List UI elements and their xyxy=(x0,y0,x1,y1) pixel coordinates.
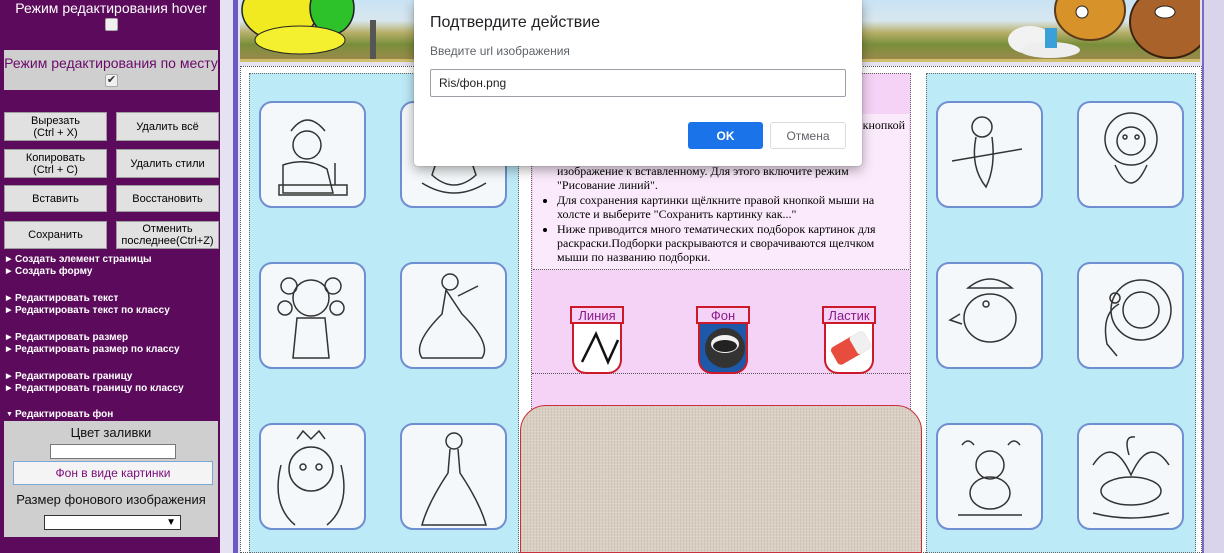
instructions-list: изображение к вставленному. Для этого вк… xyxy=(541,164,901,265)
princess-dancer-image xyxy=(418,273,486,359)
ok-button[interactable]: OK xyxy=(688,122,763,149)
menu-create-form[interactable]: ▶ Создать форму xyxy=(6,266,92,277)
fill-button-icon xyxy=(698,324,748,374)
dialog-title: Подтвердите действие xyxy=(430,14,601,31)
bird-hat-image xyxy=(948,278,1017,343)
coloring-thumb-princess-3[interactable] xyxy=(400,423,507,530)
scrollbar-track[interactable] xyxy=(1202,0,1224,553)
menu-label: Создать форму xyxy=(15,266,93,277)
parrot-image xyxy=(951,116,1023,189)
triangle-right-icon: ▶ xyxy=(6,295,12,302)
coloring-thumb-girl-curls[interactable] xyxy=(259,262,366,369)
hover-mode-label: Режим редактирования hover xyxy=(15,0,207,16)
coloring-thumb-sofia[interactable] xyxy=(259,423,366,530)
coloring-thumb-chick[interactable] xyxy=(936,423,1043,530)
hover-mode-box: Режим редактирования hover xyxy=(4,0,218,36)
triangle-down-icon: ▼ xyxy=(6,411,13,418)
url-prompt-dialog: Подтвердите действие Введите url изображ… xyxy=(414,0,862,166)
coloring-thumb-parrot[interactable] xyxy=(936,101,1043,208)
url-input[interactable]: Ris/фон.png xyxy=(430,69,846,97)
eraser-icon xyxy=(824,324,874,374)
fill-color-label: Цвет заливки xyxy=(70,425,152,440)
hover-mode-checkbox[interactable] xyxy=(105,18,118,31)
sofia-image xyxy=(277,429,345,526)
coloring-thumb-chef[interactable] xyxy=(259,101,366,208)
lion-image xyxy=(1104,112,1158,184)
swan-image xyxy=(1092,436,1170,519)
menu-edit-size[interactable]: ▶ Редактировать размер xyxy=(6,332,128,343)
cancel-button[interactable]: Отмена xyxy=(770,122,846,149)
menu-label: Создать элемент страницы xyxy=(15,254,152,265)
triangle-right-icon: ▶ xyxy=(6,307,12,314)
tool-background-label: Фон xyxy=(696,306,750,324)
inplace-mode-box: Режим редактирования по месту ✔ xyxy=(4,50,218,90)
chef-image xyxy=(278,119,348,196)
zigzag-line-icon xyxy=(572,324,622,374)
drawing-tools: Линия Фон Ластик xyxy=(532,294,910,374)
bg-image-button[interactable]: Фон в виде картинки xyxy=(13,461,213,485)
tool-line-label: Линия xyxy=(570,306,624,324)
coloring-thumb-lion[interactable] xyxy=(1077,101,1184,208)
layout-rail xyxy=(233,0,238,553)
tool-eraser-label: Ластик xyxy=(822,306,876,324)
menu-label: Редактировать размер по классу xyxy=(15,344,180,355)
bg-size-label: Размер фонового изображения xyxy=(16,492,206,507)
triangle-right-icon: ▶ xyxy=(6,385,12,392)
curly-girl-image xyxy=(277,277,345,359)
peacock-image xyxy=(1104,279,1172,357)
tool-eraser[interactable]: Ластик xyxy=(822,306,876,374)
copy-button[interactable]: Копировать (Ctrl + C) xyxy=(4,149,107,178)
instruction-item: Ниже приводится много тематических подбо… xyxy=(557,222,901,264)
triangle-right-icon: ▶ xyxy=(6,346,12,353)
menu-edit-text-by-class[interactable]: ▶ Редактировать текст по классу xyxy=(6,305,170,316)
background-panel: Цвет заливки Фон в виде картинки Размер … xyxy=(4,421,218,537)
fill-color-input[interactable] xyxy=(50,444,176,459)
menu-label: Редактировать границу xyxy=(15,371,133,382)
delete-styles-button[interactable]: Удалить стили xyxy=(116,149,219,178)
menu-edit-text[interactable]: ▶ Редактировать текст xyxy=(6,293,118,304)
menu-label: Редактировать фон xyxy=(15,409,114,420)
tool-background[interactable]: Фон xyxy=(696,306,750,374)
triangle-right-icon: ▶ xyxy=(6,256,12,263)
editor-sidebar: Режим редактирования hover Режим редакти… xyxy=(0,0,220,553)
menu-edit-border-by-class[interactable]: ▶ Редактировать границу по классу xyxy=(6,383,184,394)
instruction-item: Для сохранения картинки щёлкните правой … xyxy=(557,193,901,221)
paste-button[interactable]: Вставить xyxy=(4,185,107,212)
delete-all-button[interactable]: Удалить всё xyxy=(116,112,219,141)
drawing-canvas[interactable] xyxy=(520,405,922,553)
princess-gown-image xyxy=(421,432,487,526)
instruction-item: изображение к вставленному. Для этого вк… xyxy=(557,164,849,192)
instructions-fragment: кнопкой xyxy=(862,118,905,132)
dialog-message: Введите url изображения xyxy=(430,44,570,58)
triangle-right-icon: ▶ xyxy=(6,334,12,341)
tool-line[interactable]: Линия xyxy=(570,306,624,374)
coloring-thumb-swan[interactable] xyxy=(1077,423,1184,530)
coloring-thumb-princess-2[interactable] xyxy=(400,262,507,369)
menu-label: Редактировать текст по классу xyxy=(15,305,170,316)
menu-edit-size-by-class[interactable]: ▶ Редактировать размер по классу xyxy=(6,344,180,355)
chick-image xyxy=(958,440,1022,516)
menu-label: Редактировать размер xyxy=(15,332,129,343)
restore-button[interactable]: Восстановить xyxy=(116,185,219,212)
undo-button[interactable]: Отменить последнее(Ctrl+Z) xyxy=(116,221,219,249)
bg-size-select[interactable]: ▼ xyxy=(44,515,181,530)
chevron-down-icon: ▼ xyxy=(166,517,176,528)
menu-edit-border[interactable]: ▶ Редактировать границу xyxy=(6,371,132,382)
coloring-thumb-peacock[interactable] xyxy=(1077,262,1184,369)
cut-button[interactable]: Вырезать (Ctrl + X) xyxy=(4,112,107,141)
menu-label: Редактировать текст xyxy=(15,293,119,304)
inplace-mode-checkbox[interactable]: ✔ xyxy=(105,74,118,87)
menu-create-element[interactable]: ▶ Создать элемент страницы xyxy=(6,254,152,265)
menu-edit-background[interactable]: ▼ Редактировать фон xyxy=(6,409,113,420)
triangle-right-icon: ▶ xyxy=(6,268,12,275)
coloring-gallery-right xyxy=(926,73,1196,553)
coloring-thumb-bird-hat[interactable] xyxy=(936,262,1043,369)
inplace-mode-label: Режим редактирования по месту xyxy=(4,55,218,71)
menu-label: Редактировать границу по классу xyxy=(15,383,184,394)
triangle-right-icon: ▶ xyxy=(6,373,12,380)
save-button[interactable]: Сохранить xyxy=(4,221,107,249)
